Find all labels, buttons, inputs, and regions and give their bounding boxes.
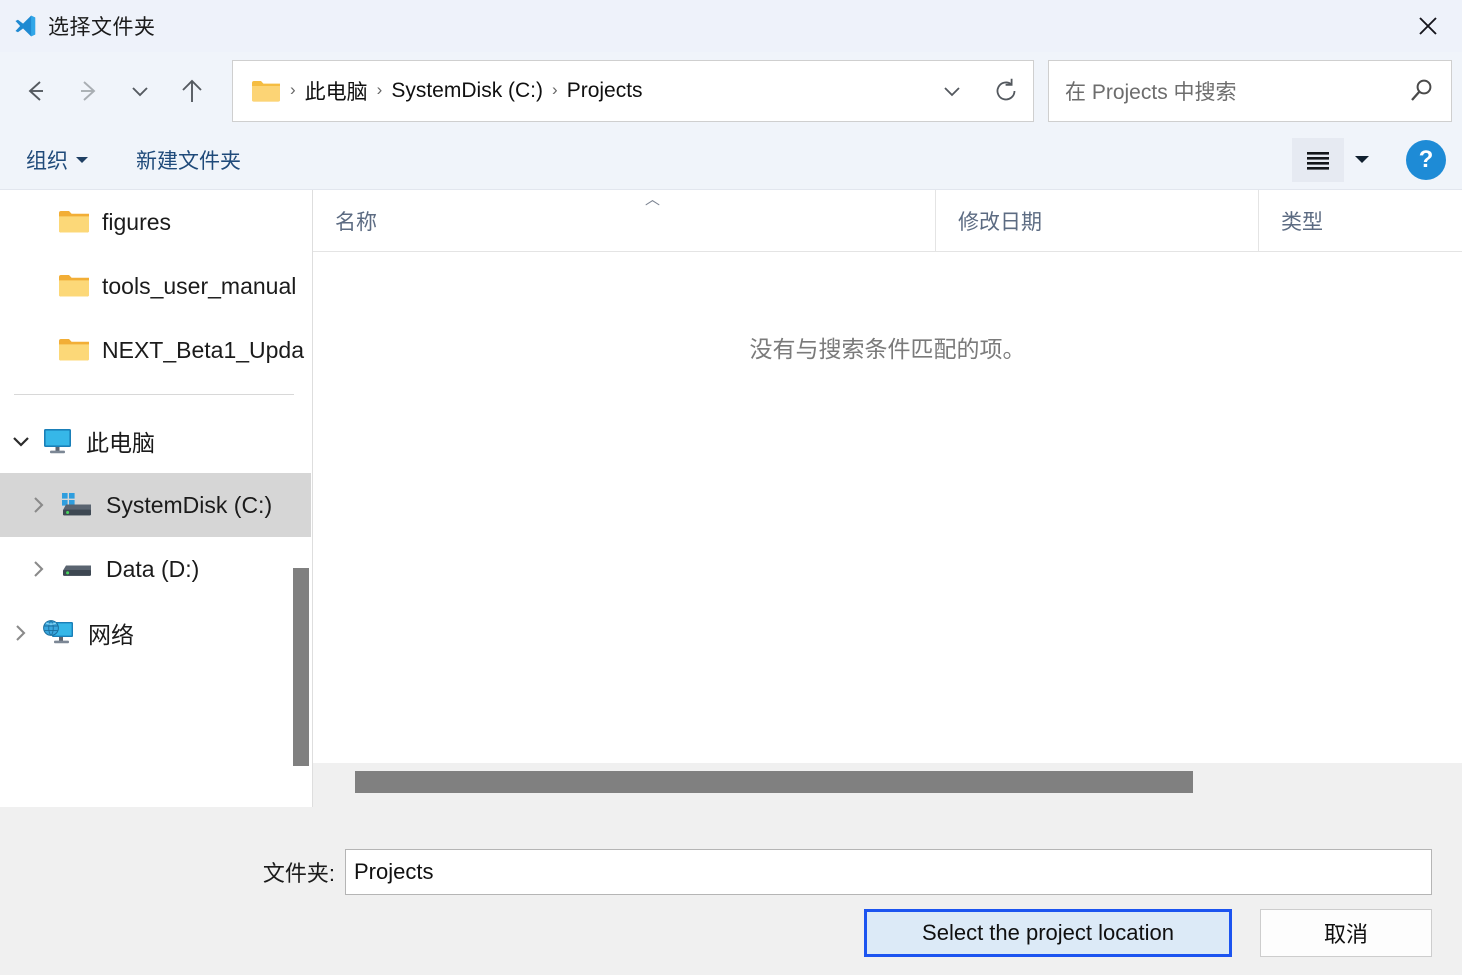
folder-name-input[interactable]: Projects [345,849,1432,895]
list-view-icon [1304,149,1332,171]
help-button[interactable]: ? [1406,140,1446,180]
chevron-down-icon [939,78,965,104]
twisty-expanded-button[interactable] [0,429,42,453]
folder-icon [58,273,90,299]
twisty-collapsed-button[interactable] [18,494,60,516]
column-header-type[interactable]: 类型 [1258,190,1462,251]
this-pc-icon [42,427,74,455]
close-icon [1416,14,1440,38]
vscode-logo-icon [12,13,38,39]
system-drive-icon [60,491,94,519]
close-button[interactable] [1394,0,1462,52]
sidebar-item-this-pc[interactable]: 此电脑 [0,409,312,473]
chevron-down-icon [126,77,154,105]
chevron-right-icon [10,622,32,644]
view-mode-button[interactable] [1292,138,1344,182]
address-bar[interactable]: › 此电脑 › SystemDisk (C:) › Projects [232,60,1034,122]
chevron-right-icon [28,494,50,516]
scrollbar-thumb[interactable] [355,771,1193,793]
empty-state-message: 没有与搜索条件匹配的项。 [313,330,1462,364]
cancel-button[interactable]: 取消 [1260,909,1432,957]
search-input[interactable]: 在 Projects 中搜索 [1065,76,1393,106]
file-list-body[interactable]: 没有与搜索条件匹配的项。 [313,252,1462,763]
organize-label: 组织 [26,145,68,175]
folder-icon [58,337,90,363]
sidebar-item-label: SystemDisk (C:) [106,492,272,519]
sidebar-item-label: tools_user_manual [102,273,296,300]
folder-name-row: 文件夹: Projects [0,849,1432,895]
column-header-date-modified[interactable]: 修改日期 [935,190,1258,251]
recent-locations-button[interactable] [114,65,166,117]
twisty-collapsed-button[interactable] [0,622,42,644]
navigation-pane: figures tools_user_manual [0,190,312,807]
forward-button[interactable] [62,65,114,117]
column-header-label: 修改日期 [958,206,1042,236]
drive-icon [60,555,94,583]
network-icon [42,619,76,647]
breadcrumb-item-2[interactable]: Projects [567,79,643,103]
search-icon [1407,76,1437,106]
sidebar-item-label: Data (D:) [106,556,199,583]
dialog-buttons: Select the project location 取消 [864,909,1432,957]
titlebar: 选择文件夹 [0,0,1462,52]
breadcrumb: › 此电脑 › SystemDisk (C:) › Projects [281,76,925,106]
chevron-down-icon [9,429,33,453]
help-label: ? [1419,146,1434,174]
navigation-tree: figures tools_user_manual [0,190,312,807]
file-list-header: ︿ 名称 修改日期 类型 [313,190,1462,252]
refresh-button[interactable] [979,61,1033,121]
breadcrumb-item-0[interactable]: 此电脑 [305,76,368,106]
column-header-label: 名称 [335,206,377,236]
arrow-right-icon [71,74,105,108]
new-folder-button[interactable]: 新建文件夹 [136,145,241,175]
sidebar-item-label: 此电脑 [86,424,155,458]
folder-icon [58,209,90,235]
back-button[interactable] [10,65,62,117]
sidebar-item-data-d[interactable]: Data (D:) [0,537,312,601]
sidebar-item-network[interactable]: 网络 [0,601,312,665]
sidebar-vertical-scrollbar[interactable] [293,568,309,766]
twisty-collapsed-button[interactable] [18,558,60,580]
sidebar-item-label: 网络 [88,616,134,650]
breadcrumb-item-1[interactable]: SystemDisk (C:) [391,79,543,103]
sidebar-item-label: figures [102,209,171,236]
arrow-left-icon [19,74,53,108]
view-mode-dropdown[interactable] [1344,138,1380,182]
organize-menu-button[interactable]: 组织 [26,145,88,175]
file-list-pane: ︿ 名称 修改日期 类型 没有与搜索条件匹配的项。 [312,190,1462,807]
sidebar-item-systemdisk-c[interactable]: SystemDisk (C:) [0,473,312,537]
address-dropdown-button[interactable] [925,61,979,121]
caret-down-icon [1355,155,1369,164]
arrow-up-icon [175,74,209,108]
up-button[interactable] [166,65,218,117]
column-header-label: 类型 [1281,206,1323,236]
search-button[interactable] [1393,76,1451,106]
file-list-horizontal-scrollbar[interactable] [313,763,1462,807]
select-project-location-button[interactable]: Select the project location [864,909,1232,957]
dialog-footer: 文件夹: Projects Select the project locatio… [0,807,1462,975]
folder-name-label: 文件夹: [0,856,345,888]
breadcrumb-separator: › [290,80,296,102]
column-header-name[interactable]: 名称 [313,190,935,251]
refresh-icon [992,77,1020,105]
breadcrumb-separator: › [377,80,383,102]
sidebar-divider [14,394,294,395]
chevron-right-icon [28,558,50,580]
breadcrumb-separator: › [552,80,558,102]
navigation-bar: › 此电脑 › SystemDisk (C:) › Projects 在 Pr [0,52,1462,130]
search-box[interactable]: 在 Projects 中搜索 [1048,60,1452,122]
sidebar-item-label: NEXT_Beta1_Upda [102,337,304,364]
window-title: 选择文件夹 [48,11,156,41]
dialog-body: figures tools_user_manual [0,190,1462,807]
sidebar-item-figures[interactable]: figures [0,190,312,254]
sidebar-item-tools-user-manual[interactable]: tools_user_manual [0,254,312,318]
folder-icon [251,79,281,103]
select-folder-dialog: 选择文件夹 [0,0,1462,975]
sidebar-item-next-beta1-update[interactable]: NEXT_Beta1_Upda [0,318,312,382]
command-toolbar: 组织 新建文件夹 ? [0,130,1462,190]
caret-down-icon [76,156,88,164]
new-folder-label: 新建文件夹 [136,145,241,175]
